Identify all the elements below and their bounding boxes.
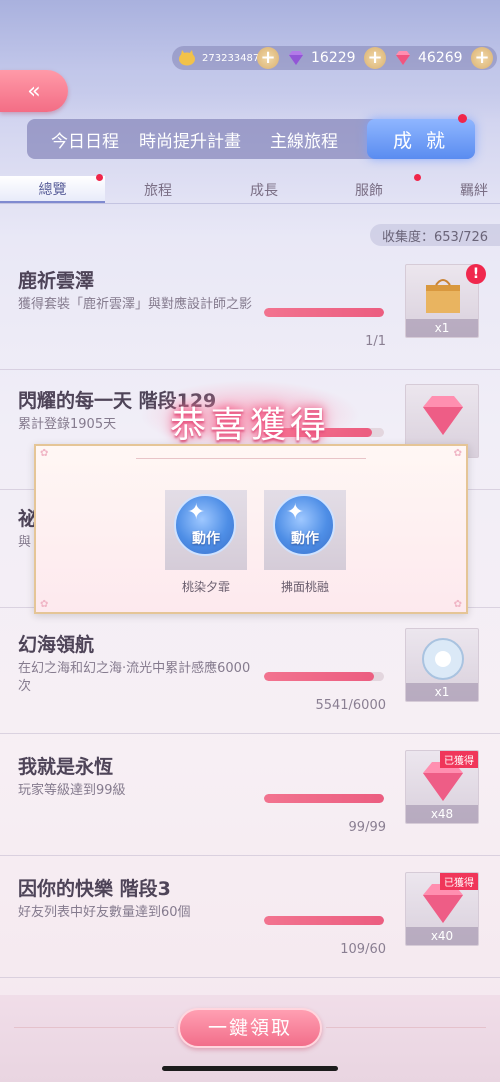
subtab-bonds[interactable]: 羈絆 — [460, 180, 488, 200]
flower-icon: ✿ — [40, 448, 49, 459]
sub-tabs: 總覽 旅程 成長 服飾 羈絆 — [0, 176, 500, 204]
achievement-title: 我就是永恆 — [18, 756, 114, 778]
collection-progress: 收集度：653/726 — [370, 224, 500, 246]
achievement-title: 因你的快樂 階段3 — [18, 878, 171, 900]
pink-diamond-currency: 46269 — [394, 46, 463, 70]
achievement-title: 幻海領航 — [18, 634, 95, 656]
add-pink-diamond-button[interactable]: + — [471, 47, 493, 69]
subtab-outfits[interactable]: 服飾 — [355, 180, 383, 200]
overview-notification-dot — [96, 174, 103, 181]
purple-diamond-icon — [289, 51, 303, 65]
claimed-badge: 已獲得 — [440, 751, 478, 768]
pink-diamond-value: 46269 — [418, 50, 463, 66]
dancer-icon: ✦ — [286, 500, 305, 525]
tab-daily-schedule[interactable]: 今日日程 — [41, 127, 129, 152]
subtab-growth[interactable]: 成長 — [250, 180, 278, 200]
progress-fill — [264, 308, 384, 317]
tab-achievements[interactable]: 成 就 — [367, 119, 475, 159]
item-name: 拂面桃融 — [280, 580, 329, 594]
double-chevron-left-icon: « — [27, 78, 41, 104]
add-purple-diamond-button[interactable]: + — [364, 47, 386, 69]
achievement-row: 鹿祈雲澤 獲得套裝「鹿祈雲澤」與對應設計師之影 1/1 x1 — [0, 250, 500, 370]
decor-line — [14, 1027, 174, 1028]
popup-title: 恭喜獲得 — [169, 405, 330, 446]
reward-quantity: x1 — [406, 319, 478, 337]
achievement-row: 幻海領航 在幻之海和幻之海·流光中累計感應6000次 5541/6000 x1 — [0, 614, 500, 734]
gift-bag-icon — [426, 279, 460, 313]
tab-main-journey[interactable]: 主線旅程 — [260, 127, 348, 152]
achievement-row: 我就是永恆 玩家等級達到99級 99/99 已獲得 x48 — [0, 736, 500, 856]
item-type-label: 動作 — [291, 531, 319, 547]
main-tabs: 今日日程 時尚提升計畫 主線旅程 成 就 — [27, 119, 475, 159]
progress-count: 1/1 — [365, 334, 386, 349]
purple-diamond-value: 16229 — [311, 50, 356, 66]
add-gold-button[interactable]: + — [257, 47, 279, 69]
pink-diamond-icon — [396, 51, 410, 65]
reward-quantity: x1 — [406, 683, 478, 701]
progress-bar — [264, 308, 384, 317]
back-button[interactable]: « — [0, 70, 68, 112]
gold-value: 273233487 — [202, 52, 260, 64]
gold-currency: 273233487 — [178, 46, 259, 70]
outfits-notification-dot — [414, 174, 421, 181]
reward-quantity: x40 — [406, 927, 478, 945]
progress-count: 109/60 — [340, 942, 386, 957]
reward-item[interactable]: ✦ 動作 — [264, 490, 346, 570]
achievement-desc: 在幻之海和幻之海·流光中累計感應6000次 — [18, 661, 251, 694]
progress-fill — [264, 794, 384, 803]
reward-slot[interactable]: 已獲得 x40 — [405, 872, 479, 946]
flower-icon: ✿ — [453, 448, 462, 459]
flower-icon: ✿ — [40, 599, 49, 610]
achievement-desc: 獲得套裝「鹿祈雲澤」與對應設計師之影 — [18, 297, 253, 312]
achievement-desc: 好友列表中好友數量達到60個 — [18, 905, 191, 920]
reward-item[interactable]: ✦ 動作 — [165, 490, 247, 570]
decor-line — [326, 1027, 486, 1028]
achievement-title: 鹿祈雲澤 — [18, 270, 95, 292]
home-indicator[interactable] — [162, 1066, 338, 1071]
divider — [0, 203, 500, 204]
tab-fashion-plan[interactable]: 時尚提升計畫 — [129, 127, 251, 152]
dancer-icon: ✦ — [187, 500, 206, 525]
subtab-journey[interactable]: 旅程 — [144, 180, 172, 200]
progress-bar — [264, 672, 384, 681]
exclamation-alert-icon: ! — [466, 264, 486, 284]
progress-bar — [264, 916, 384, 925]
reward-quantity: x48 — [406, 805, 478, 823]
crystal-coin-icon — [422, 638, 464, 680]
claimed-badge: 已獲得 — [440, 873, 478, 890]
progress-fill — [264, 672, 375, 681]
item-name: 桃染夕霏 — [181, 580, 230, 594]
achievement-row: 因你的快樂 階段3 好友列表中好友數量達到60個 109/60 已獲得 x40 — [0, 858, 500, 978]
reward-slot[interactable]: 已獲得 x48 — [405, 750, 479, 824]
item-type-label: 動作 — [192, 531, 220, 547]
claim-all-button[interactable]: 一鍵領取 — [178, 1008, 322, 1048]
progress-count: 5541/6000 — [315, 698, 386, 713]
reward-popup[interactable]: ✿ ✿ ✿ ✿ ✦ 動作 桃染夕霏 ✦ 動作 拂面桃融 — [34, 444, 468, 614]
achievement-notification-dot — [458, 114, 467, 123]
flower-icon: ✿ — [453, 599, 462, 610]
popup-divider — [136, 458, 366, 459]
achievement-desc: 玩家等級達到99級 — [18, 783, 126, 798]
progress-count: 99/99 — [348, 820, 386, 835]
purple-diamond-currency: 16229 — [287, 46, 356, 70]
reward-slot[interactable]: x1 — [405, 628, 479, 702]
progress-fill — [264, 916, 384, 925]
subtab-overview[interactable]: 總覽 — [0, 176, 105, 203]
cat-coin-icon — [179, 50, 195, 66]
progress-bar — [264, 794, 384, 803]
